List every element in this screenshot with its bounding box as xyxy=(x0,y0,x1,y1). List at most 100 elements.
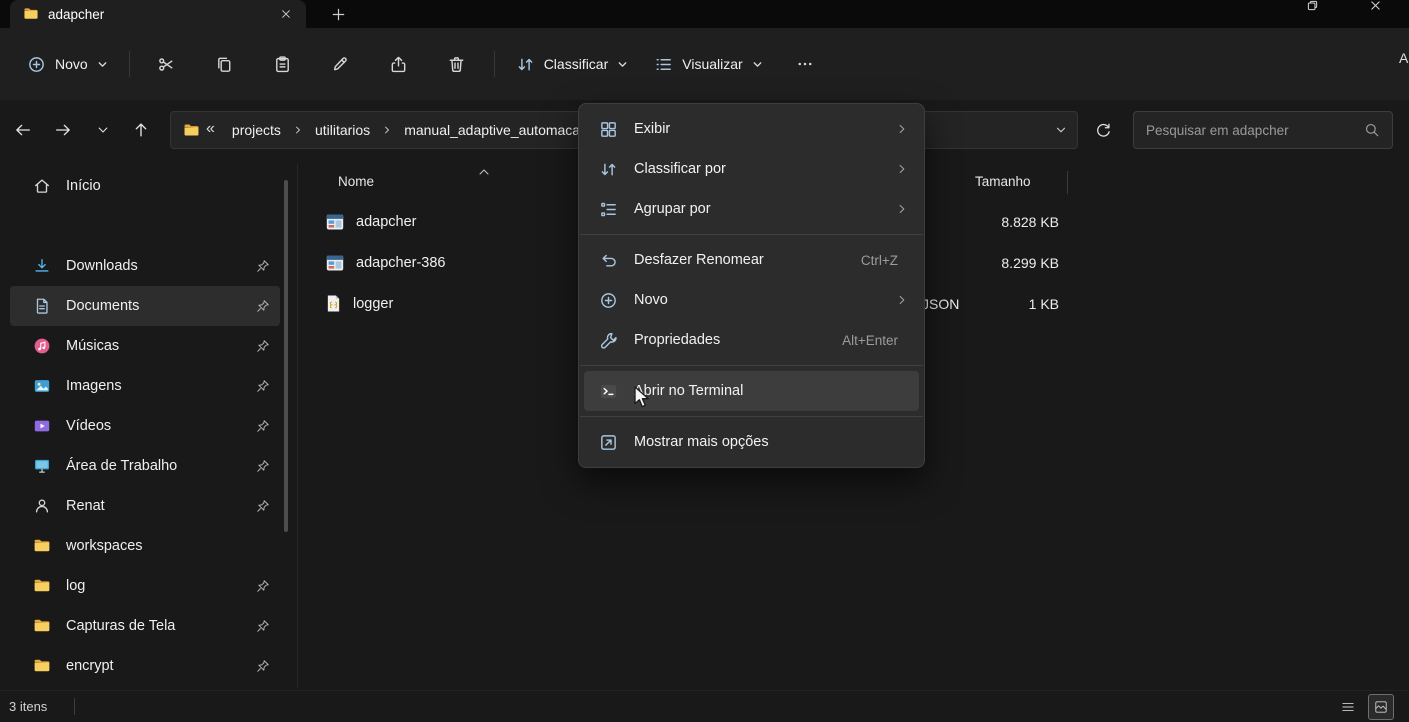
window-close-button[interactable] xyxy=(1363,0,1387,13)
sidebar-item-imagens[interactable]: Imagens xyxy=(10,366,280,406)
share-button[interactable] xyxy=(377,44,421,84)
panel-divider xyxy=(297,164,298,688)
sidebar-item-documents[interactable]: Documents xyxy=(10,286,280,326)
menu-item-label: Abrir no Terminal xyxy=(634,383,743,399)
pin-icon xyxy=(256,339,270,353)
view-icon xyxy=(654,55,673,74)
app-icon xyxy=(325,253,345,273)
rename-button[interactable] xyxy=(319,44,363,84)
column-header-nome[interactable]: Nome xyxy=(338,174,374,189)
pin-icon xyxy=(256,659,270,673)
menu-item-label: Novo xyxy=(634,292,668,308)
copy-icon xyxy=(215,55,234,74)
view-toggles xyxy=(1335,694,1400,720)
plus-icon xyxy=(332,8,345,21)
up-button[interactable] xyxy=(124,113,158,147)
sidebar-item-musicas[interactable]: Músicas xyxy=(10,326,280,366)
sidebar-item-log[interactable]: log xyxy=(10,566,280,606)
tab-close-icon[interactable] xyxy=(274,2,298,26)
address-dropdown-icon[interactable] xyxy=(1055,124,1067,136)
sidebar-item-encrypt[interactable]: encrypt xyxy=(10,646,280,686)
menu-item-desfazer-renomear[interactable]: Desfazer Renomear Ctrl+Z xyxy=(584,240,919,280)
copy-button[interactable] xyxy=(203,44,247,84)
forward-button[interactable] xyxy=(46,113,80,147)
music-icon xyxy=(33,337,51,355)
sidebar-item-workspaces[interactable]: workspaces xyxy=(10,526,280,566)
delete-button[interactable] xyxy=(435,44,479,84)
breadcrumb-item-current[interactable]: manual_adaptive_automaca xyxy=(395,117,589,143)
sidebar-scrollbar[interactable] xyxy=(284,180,288,532)
chevron-right-icon xyxy=(896,163,908,175)
novo-button[interactable]: Novo xyxy=(14,44,121,84)
menu-item-abrir-no-terminal[interactable]: Abrir no Terminal xyxy=(584,371,919,411)
menu-item-label: Classificar por xyxy=(634,161,726,177)
plus-circle-icon xyxy=(27,55,46,74)
group-icon xyxy=(599,200,618,219)
menu-item-shortcut: Alt+Enter xyxy=(842,333,908,348)
maximize-button[interactable] xyxy=(1300,0,1324,13)
menu-item-mostrar-mais-opcoes[interactable]: Mostrar mais opções xyxy=(584,422,919,462)
thumbnail-view-icon xyxy=(1373,699,1389,715)
chevron-down-icon xyxy=(617,59,628,70)
back-button[interactable] xyxy=(6,113,40,147)
menu-item-exibir[interactable]: Exibir xyxy=(584,109,919,149)
menu-item-classificar-por[interactable]: Classificar por xyxy=(584,149,919,189)
column-divider[interactable] xyxy=(1067,171,1068,194)
refresh-button[interactable] xyxy=(1087,114,1119,146)
sort-ascending-icon xyxy=(478,168,490,176)
sidebar-item-label: encrypt xyxy=(66,658,114,674)
grid-icon xyxy=(599,120,618,139)
sidebar-item-label: Documents xyxy=(66,298,139,314)
menu-item-label: Propriedades xyxy=(634,332,720,348)
classificar-label: Classificar xyxy=(544,56,609,72)
user-icon xyxy=(33,497,51,515)
recent-locations-button[interactable] xyxy=(86,113,120,147)
search-input[interactable] xyxy=(1146,123,1356,138)
menu-item-shortcut: Ctrl+Z xyxy=(861,253,908,268)
sidebar-item-videos[interactable]: Vídeos xyxy=(10,406,280,446)
app-icon xyxy=(325,212,345,232)
close-icon xyxy=(1370,0,1381,11)
visualizar-label: Visualizar xyxy=(682,56,742,72)
video-icon xyxy=(33,417,51,435)
image-icon xyxy=(33,377,51,395)
sidebar-item-downloads[interactable]: Downloads xyxy=(10,246,280,286)
thumbnail-view-button[interactable] xyxy=(1368,694,1394,720)
file-name: adapcher xyxy=(356,214,416,230)
more-commands-button[interactable] xyxy=(783,44,827,84)
breadcrumb-overflow[interactable]: « xyxy=(202,120,221,140)
sort-icon xyxy=(516,55,535,74)
folder-icon xyxy=(33,537,51,555)
refresh-icon xyxy=(1095,122,1112,139)
sidebar-item-label: Área de Trabalho xyxy=(66,458,177,474)
tab-adapcher[interactable]: adapcher xyxy=(10,0,306,28)
menu-separator xyxy=(580,365,923,366)
breadcrumb-item-utilitarios[interactable]: utilitarios xyxy=(306,117,379,143)
context-menu: Exibir Classificar por Agrupar por Desfa… xyxy=(578,103,925,468)
menu-item-propriedades[interactable]: Propriedades Alt+Enter xyxy=(584,320,919,360)
breadcrumb-item-projects[interactable]: projects xyxy=(223,117,290,143)
search-box[interactable] xyxy=(1133,111,1393,149)
menu-separator xyxy=(580,416,923,417)
sidebar-item-inicio[interactable]: Início xyxy=(10,166,280,206)
pin-icon xyxy=(256,499,270,513)
file-name: adapcher-386 xyxy=(356,255,446,271)
new-tab-button[interactable] xyxy=(325,2,351,26)
visualizar-button[interactable]: Visualizar xyxy=(641,44,775,84)
menu-item-agrupar-por[interactable]: Agrupar por xyxy=(584,189,919,229)
sidebar-item-renat[interactable]: Renat xyxy=(10,486,280,526)
sort-icon xyxy=(599,160,618,179)
titlebar: adapcher xyxy=(0,0,1409,28)
sidebar-item-capturas-de-tela[interactable]: Capturas de Tela xyxy=(10,606,280,646)
sidebar: Início Downloads Documents Músicas Image… xyxy=(0,160,292,690)
column-header-tamanho[interactable]: Tamanho xyxy=(975,174,1031,189)
details-view-button[interactable] xyxy=(1335,694,1361,720)
classificar-button[interactable]: Classificar xyxy=(503,44,642,84)
menu-item-novo[interactable]: Novo xyxy=(584,280,919,320)
sidebar-gap xyxy=(10,206,280,246)
cut-button[interactable] xyxy=(145,44,189,84)
sidebar-item-area-de-trabalho[interactable]: Área de Trabalho xyxy=(10,446,280,486)
search-icon xyxy=(1364,122,1380,138)
paste-button[interactable] xyxy=(261,44,305,84)
ellipsis-icon xyxy=(796,55,814,73)
